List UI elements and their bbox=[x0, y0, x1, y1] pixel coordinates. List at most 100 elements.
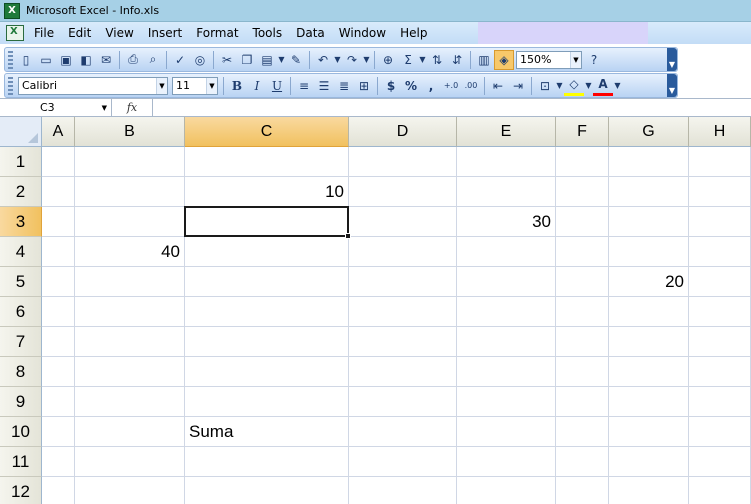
cell-g2[interactable] bbox=[609, 177, 689, 207]
cell-c5[interactable] bbox=[185, 267, 349, 297]
undo-dropdown[interactable]: ▼ bbox=[333, 55, 342, 64]
cell-a1[interactable] bbox=[42, 147, 75, 177]
toolbar-options-icon[interactable]: ▼ bbox=[667, 48, 677, 71]
column-header-e[interactable]: E bbox=[457, 117, 556, 147]
excel-app-icon[interactable]: X bbox=[4, 2, 20, 19]
insert-function-icon[interactable]: fx bbox=[112, 101, 152, 114]
align-center-icon[interactable]: ☰ bbox=[314, 76, 334, 96]
toolbar-grip[interactable] bbox=[8, 50, 13, 69]
font-name-select[interactable]: Calibri ▼ bbox=[18, 76, 168, 95]
help-icon[interactable]: ? bbox=[584, 50, 604, 70]
format-painter-icon[interactable]: ✎ bbox=[286, 50, 306, 70]
cell-b6[interactable] bbox=[75, 297, 185, 327]
cell-c10[interactable]: Suma bbox=[185, 417, 349, 447]
cell-g8[interactable] bbox=[609, 357, 689, 387]
cell-c1[interactable] bbox=[185, 147, 349, 177]
cell-d12[interactable] bbox=[349, 477, 457, 504]
cell-h10[interactable] bbox=[689, 417, 751, 447]
fill-handle[interactable] bbox=[345, 233, 351, 239]
new-icon[interactable]: ▯ bbox=[16, 50, 36, 70]
percent-button[interactable]: % bbox=[401, 76, 421, 96]
cell-e10[interactable] bbox=[457, 417, 556, 447]
workbook-icon[interactable] bbox=[6, 25, 24, 41]
menu-window[interactable]: Window bbox=[332, 22, 393, 44]
cell-d2[interactable] bbox=[349, 177, 457, 207]
autosum-icon[interactable]: Σ bbox=[398, 50, 418, 70]
redo-icon[interactable]: ↷ bbox=[342, 50, 362, 70]
cell-g12[interactable] bbox=[609, 477, 689, 504]
italic-button[interactable]: I bbox=[247, 76, 267, 96]
cell-c4[interactable] bbox=[185, 237, 349, 267]
font-color-button[interactable]: A bbox=[593, 76, 613, 96]
cell-b7[interactable] bbox=[75, 327, 185, 357]
cell-a12[interactable] bbox=[42, 477, 75, 504]
cell-g4[interactable] bbox=[609, 237, 689, 267]
row-header-3[interactable]: 3 bbox=[0, 207, 42, 237]
open-icon[interactable]: ▭ bbox=[36, 50, 56, 70]
decrease-decimal-button[interactable]: .00 bbox=[461, 76, 481, 96]
cell-g3[interactable] bbox=[609, 207, 689, 237]
research-icon[interactable]: ◎ bbox=[190, 50, 210, 70]
cell-b11[interactable] bbox=[75, 447, 185, 477]
cell-g11[interactable] bbox=[609, 447, 689, 477]
cell-b4[interactable]: 40 bbox=[75, 237, 185, 267]
borders-dropdown[interactable]: ▼ bbox=[555, 81, 564, 90]
cell-e3[interactable]: 30 bbox=[457, 207, 556, 237]
cell-e2[interactable] bbox=[457, 177, 556, 207]
hyperlink-icon[interactable]: ⊕ bbox=[378, 50, 398, 70]
column-header-b[interactable]: B bbox=[75, 117, 185, 147]
chevron-down-icon[interactable]: ▼ bbox=[102, 104, 107, 112]
spelling-icon[interactable]: ✓ bbox=[170, 50, 190, 70]
cell-b3[interactable] bbox=[75, 207, 185, 237]
fill-color-icon[interactable]: ◇ bbox=[564, 76, 584, 96]
paste-icon[interactable]: ▤ bbox=[257, 50, 277, 70]
cell-e7[interactable] bbox=[457, 327, 556, 357]
paste-dropdown[interactable]: ▼ bbox=[277, 55, 286, 64]
font-color-dropdown[interactable]: ▼ bbox=[613, 81, 622, 90]
undo-icon[interactable]: ↶ bbox=[313, 50, 333, 70]
chevron-down-icon[interactable]: ▼ bbox=[206, 77, 217, 94]
ask-question-box[interactable] bbox=[478, 22, 648, 44]
cell-b5[interactable] bbox=[75, 267, 185, 297]
cell-d4[interactable] bbox=[349, 237, 457, 267]
name-box[interactable]: C3 ▼ bbox=[0, 99, 112, 116]
cell-h12[interactable] bbox=[689, 477, 751, 504]
sort-ascending-icon[interactable]: ⇅ bbox=[427, 50, 447, 70]
cell-g5[interactable]: 20 bbox=[609, 267, 689, 297]
cell-f11[interactable] bbox=[556, 447, 609, 477]
cell-a7[interactable] bbox=[42, 327, 75, 357]
cell-f2[interactable] bbox=[556, 177, 609, 207]
cell-a2[interactable] bbox=[42, 177, 75, 207]
cell-h8[interactable] bbox=[689, 357, 751, 387]
chevron-down-icon[interactable]: ▼ bbox=[156, 77, 167, 94]
increase-decimal-button[interactable]: +.0 bbox=[441, 76, 461, 96]
borders-icon[interactable]: ⊡ bbox=[535, 76, 555, 96]
cell-e1[interactable] bbox=[457, 147, 556, 177]
redo-dropdown[interactable]: ▼ bbox=[362, 55, 371, 64]
cell-b9[interactable] bbox=[75, 387, 185, 417]
menu-edit[interactable]: Edit bbox=[61, 22, 98, 44]
cell-e5[interactable] bbox=[457, 267, 556, 297]
cell-e12[interactable] bbox=[457, 477, 556, 504]
cell-e4[interactable] bbox=[457, 237, 556, 267]
cell-g10[interactable] bbox=[609, 417, 689, 447]
cell-c9[interactable] bbox=[185, 387, 349, 417]
sort-descending-icon[interactable]: ⇵ bbox=[447, 50, 467, 70]
cell-b12[interactable] bbox=[75, 477, 185, 504]
cell-f6[interactable] bbox=[556, 297, 609, 327]
increase-indent-icon[interactable]: ⇥ bbox=[508, 76, 528, 96]
cell-d8[interactable] bbox=[349, 357, 457, 387]
cell-h2[interactable] bbox=[689, 177, 751, 207]
fill-color-dropdown[interactable]: ▼ bbox=[584, 81, 593, 90]
zoom-select[interactable]: 150% ▼ bbox=[516, 50, 582, 69]
cell-a6[interactable] bbox=[42, 297, 75, 327]
align-right-icon[interactable]: ≣ bbox=[334, 76, 354, 96]
merge-center-icon[interactable]: ⊞ bbox=[354, 76, 374, 96]
autosum-dropdown[interactable]: ▼ bbox=[418, 55, 427, 64]
row-header-6[interactable]: 6 bbox=[0, 297, 42, 327]
menu-tools[interactable]: Tools bbox=[246, 22, 290, 44]
menu-view[interactable]: View bbox=[98, 22, 140, 44]
cell-c11[interactable] bbox=[185, 447, 349, 477]
formula-input[interactable] bbox=[152, 99, 751, 116]
cell-h11[interactable] bbox=[689, 447, 751, 477]
